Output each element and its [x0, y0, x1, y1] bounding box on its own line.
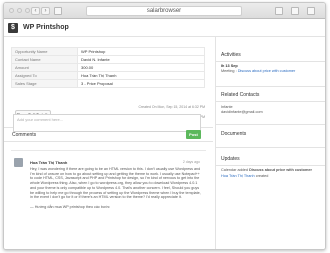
comment-body: Hey, I was wondering if there are going …: [30, 167, 202, 209]
field-label: Opportunity Name: [11, 47, 78, 56]
browser-toolbar: ‹ › salarbrowser: [4, 3, 325, 19]
divider: [216, 124, 325, 125]
comment-text: Hey, I was wondering if there are going …: [30, 167, 201, 200]
update-item: Hoa Trần Thị Thanh created: [221, 174, 268, 178]
comment-author: Hoa Trần Thị Thanh: [30, 160, 68, 165]
back-button[interactable]: ‹: [31, 7, 40, 15]
activity-link[interactable]: Discuss about price with customer: [238, 69, 296, 73]
browser-window: ‹ › salarbrowser $ WP Printshop Opportun…: [3, 2, 326, 250]
table-row: Contact Name David N. Infante: [11, 55, 205, 64]
comment-time: 2 days ago: [182, 160, 200, 164]
divider: [216, 101, 325, 102]
activity-item[interactable]: Meeting : Discuss about price with custo…: [221, 69, 295, 73]
related-contact-email[interactable]: davidinfante@gmail.com: [221, 110, 263, 114]
minimize-window-button[interactable]: [17, 8, 22, 13]
zoom-window-button[interactable]: [25, 8, 30, 13]
close-window-button[interactable]: [9, 8, 14, 13]
update-suffix: created: [255, 174, 269, 178]
avatar: [14, 158, 23, 167]
update-item: Calendar added Discuss about price with …: [221, 168, 312, 172]
post-button[interactable]: Post: [186, 130, 201, 139]
documents-title: Documents: [221, 131, 247, 137]
dollar-icon: $: [8, 23, 18, 33]
comment-thread: Hoa Trần Thị Thanh 2 days ago Hey, I was…: [11, 150, 206, 249]
activity-type: Meeting :: [221, 69, 237, 73]
record-header: $ WP Printshop: [4, 19, 325, 37]
update-prefix: Calendar added: [221, 168, 249, 172]
table-row: Assigned To Hoa Trần Thị Thanh: [11, 71, 205, 80]
comments-title: Comments: [12, 132, 37, 138]
address-bar[interactable]: salarbrowser: [86, 6, 242, 16]
activities-title: Activities: [221, 52, 241, 58]
activity-date: Ih 13 Sep: [221, 64, 238, 68]
table-row: Amount 300.00: [11, 63, 205, 72]
updates-title: Updates: [221, 156, 240, 162]
field-label: Assigned To: [11, 71, 78, 80]
share-icon[interactable]: [275, 7, 283, 15]
update-link[interactable]: Discuss about price with customer: [249, 168, 312, 172]
field-label: Contact Name: [11, 55, 78, 64]
field-value: 3 - Price Proposal: [77, 79, 205, 88]
comment-input[interactable]: Add your comment here...: [13, 114, 201, 132]
page-title: WP Printshop: [23, 24, 69, 31]
details-table: Opportunity Name WP Printshop Contact Na…: [11, 47, 205, 88]
table-row: Opportunity Name WP Printshop: [11, 47, 205, 56]
related-contact-name[interactable]: Infante: [221, 105, 233, 109]
field-label: Amount: [11, 63, 78, 72]
divider: [216, 61, 325, 62]
created-on-text: Created On Mon, Sep 15, 2014 at 6:32 PM: [138, 105, 205, 109]
field-value: Hoa Trần Thị Thanh: [77, 71, 205, 80]
tabs-icon[interactable]: [291, 7, 299, 15]
new-tab-icon[interactable]: [307, 7, 315, 15]
divider: [216, 147, 325, 148]
update-user-link[interactable]: Hoa Trần Thị Thanh: [221, 174, 255, 178]
related-contacts-title: Related Contacts: [221, 92, 260, 98]
sidebar-toggle-icon[interactable]: [54, 7, 62, 15]
sidebar: Activities Ih 13 Sep Meeting : Discuss a…: [215, 37, 325, 249]
field-label: Sales Stage: [11, 79, 78, 88]
field-value: WP Printshop: [77, 47, 205, 56]
divider: [4, 141, 213, 142]
divider: [216, 86, 325, 87]
field-value: 300.00: [77, 63, 205, 72]
forward-button[interactable]: ›: [41, 7, 50, 15]
table-row: Sales Stage 3 - Price Proposal: [11, 79, 205, 88]
comment-footer: — Hướng dẫn mua WP printshop theo các bư…: [30, 204, 110, 209]
window-controls: [9, 8, 30, 13]
divider: [216, 165, 325, 166]
contact-link[interactable]: David N. Infante: [77, 55, 205, 64]
